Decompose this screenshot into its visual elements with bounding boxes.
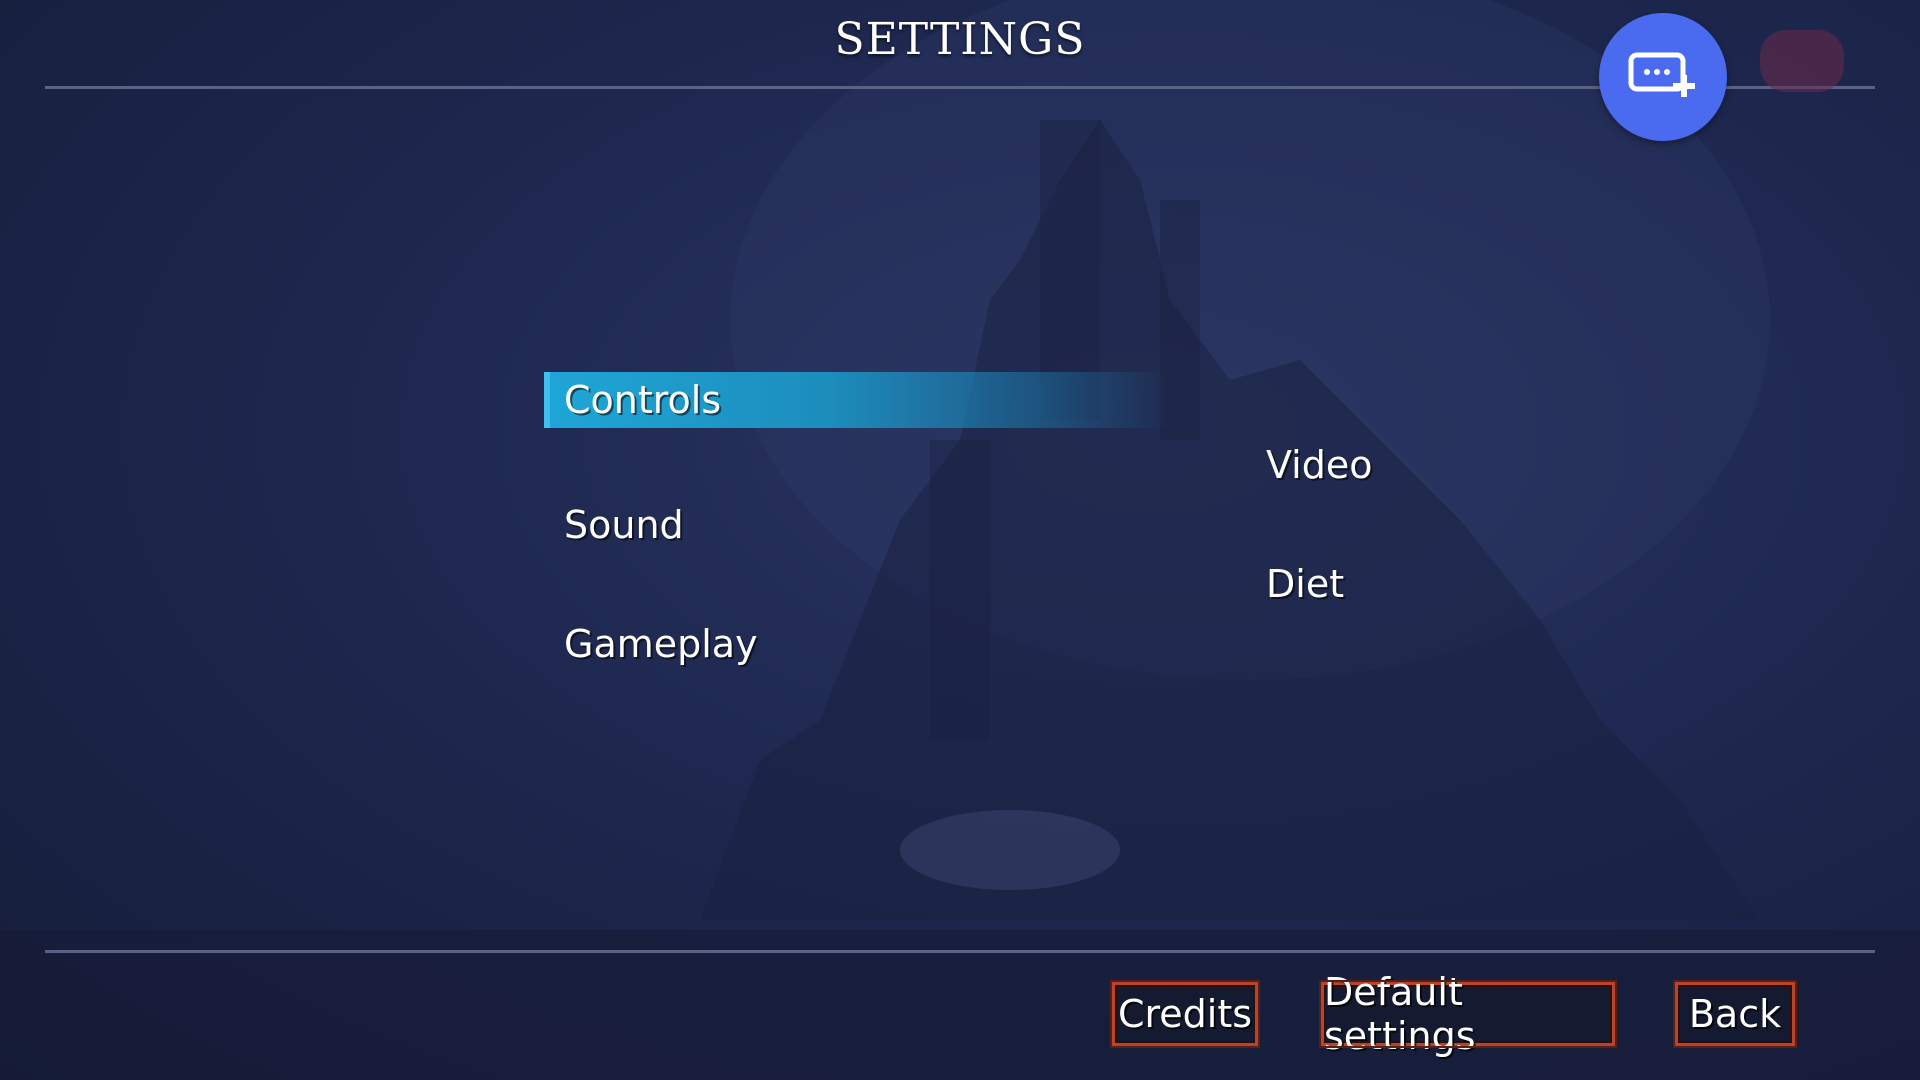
menu-item-video[interactable]: Video: [1252, 437, 1652, 493]
menu-item-controls[interactable]: Controls: [544, 372, 1170, 428]
menu-item-label: Gameplay: [564, 622, 758, 666]
menu-item-label: Controls: [564, 378, 722, 422]
message-add-button[interactable]: [1599, 13, 1727, 141]
message-add-icon: [1628, 52, 1695, 97]
credits-button[interactable]: Credits: [1110, 980, 1260, 1048]
menu-item-diet[interactable]: Diet: [1252, 556, 1652, 612]
bottom-divider: [45, 950, 1875, 953]
menu-item-label: Video: [1266, 443, 1373, 487]
back-button[interactable]: Back: [1673, 980, 1797, 1048]
background-castle-scene: [0, 0, 1920, 1080]
menu-item-label: Sound: [564, 503, 684, 547]
default-settings-button[interactable]: Default settings: [1319, 970, 1617, 1058]
gamepad-icon: [1760, 30, 1844, 92]
menu-item-label: Diet: [1266, 562, 1345, 606]
menu-item-gameplay[interactable]: Gameplay: [550, 616, 950, 672]
menu-item-sound[interactable]: Sound: [550, 497, 950, 553]
